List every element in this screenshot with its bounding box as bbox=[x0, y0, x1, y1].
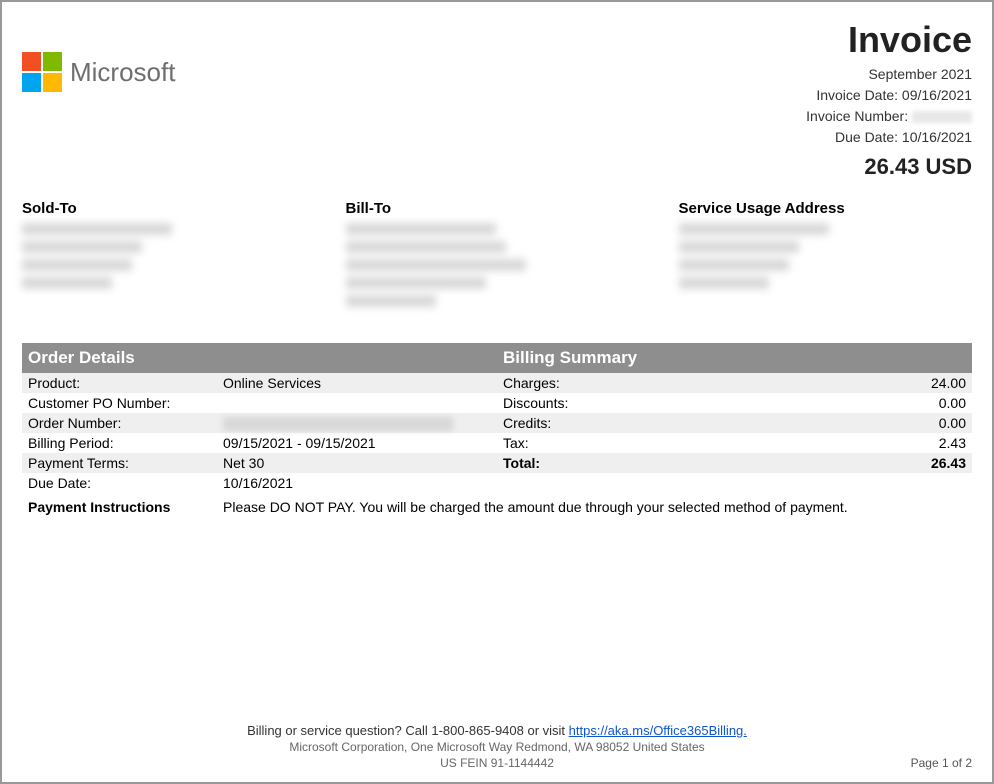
invoice-title: Invoice bbox=[806, 22, 972, 58]
summary-row-discounts: Discounts: 0.00 bbox=[497, 393, 972, 413]
bill-to-label: Bill-To bbox=[346, 200, 669, 217]
invoice-date: Invoice Date: 09/16/2021 bbox=[806, 85, 972, 106]
order-number-redacted bbox=[223, 417, 453, 431]
order-row-terms: Payment Terms: Net 30 bbox=[22, 453, 497, 473]
sold-to-redacted bbox=[22, 223, 336, 289]
order-row-ordernum: Order Number: bbox=[22, 413, 497, 433]
order-row-due: Due Date: 10/16/2021 bbox=[22, 473, 497, 493]
address-section: Sold-To Bill-To Service Usage Address bbox=[22, 200, 972, 313]
payment-instructions-row: Payment Instructions Please DO NOT PAY. … bbox=[22, 495, 972, 519]
brand-logo-block: Microsoft bbox=[22, 52, 175, 92]
billing-summary-header: Billing Summary bbox=[497, 343, 972, 373]
service-address-label: Service Usage Address bbox=[679, 200, 993, 217]
order-details-header: Order Details bbox=[22, 343, 497, 373]
order-row-product: Product: Online Services bbox=[22, 373, 497, 393]
page-number: Page 1 of 2 bbox=[911, 756, 972, 770]
service-address-redacted bbox=[679, 223, 993, 289]
footer: Billing or service question? Call 1-800-… bbox=[22, 723, 972, 770]
invoice-number-line: Invoice Number: bbox=[806, 106, 972, 127]
invoice-number-label: Invoice Number: bbox=[806, 108, 908, 124]
summary-row-charges: Charges: 24.00 bbox=[497, 373, 972, 393]
invoice-number-redacted bbox=[912, 111, 972, 123]
summary-row-tax: Tax: 2.43 bbox=[497, 433, 972, 453]
invoice-header: Invoice September 2021 Invoice Date: 09/… bbox=[806, 22, 972, 180]
payment-instructions-label: Payment Instructions bbox=[28, 499, 223, 515]
footer-question-prefix: Billing or service question? Call 1-800-… bbox=[247, 723, 569, 738]
summary-row-total: Total: 26.43 bbox=[497, 453, 972, 473]
footer-question-line: Billing or service question? Call 1-800-… bbox=[22, 723, 972, 738]
sold-to-label: Sold-To bbox=[22, 200, 336, 217]
invoice-period: September 2021 bbox=[806, 64, 972, 85]
summary-row-credits: Credits: 0.00 bbox=[497, 413, 972, 433]
footer-corp: Microsoft Corporation, One Microsoft Way… bbox=[22, 740, 972, 754]
billing-summary-column: Billing Summary Charges: 24.00 Discounts… bbox=[497, 343, 972, 493]
order-row-billing-period: Billing Period: 09/15/2021 - 09/15/2021 bbox=[22, 433, 497, 453]
order-details-column: Order Details Product: Online Services C… bbox=[22, 343, 497, 493]
footer-billing-link[interactable]: https://aka.ms/Office365Billing. bbox=[569, 723, 747, 738]
microsoft-logo-icon bbox=[22, 52, 62, 92]
footer-fein: US FEIN 91-1144442 bbox=[22, 756, 972, 770]
invoice-amount: 26.43 USD bbox=[806, 154, 972, 180]
order-row-po: Customer PO Number: bbox=[22, 393, 497, 413]
brand-name: Microsoft bbox=[70, 57, 175, 88]
payment-instructions-text: Please DO NOT PAY. You will be charged t… bbox=[223, 499, 966, 515]
invoice-due-date: Due Date: 10/16/2021 bbox=[806, 127, 972, 148]
bill-to-redacted bbox=[346, 223, 669, 307]
